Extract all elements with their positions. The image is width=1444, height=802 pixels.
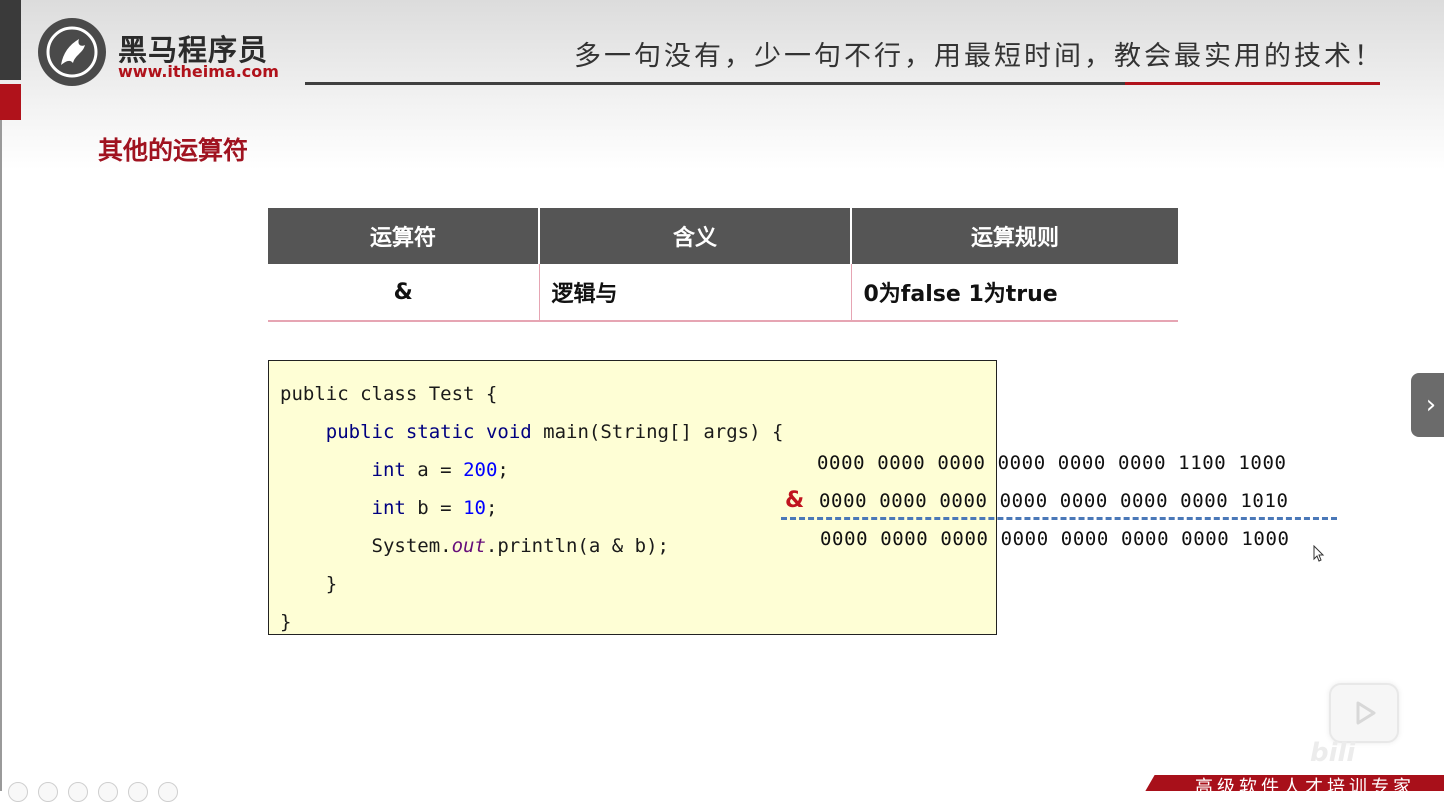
binary-a: 0000 0000 0000 0000 0000 0000 1100 1000 bbox=[817, 452, 1287, 474]
code-line-7: } bbox=[280, 611, 292, 633]
mouse-cursor-icon bbox=[1313, 545, 1325, 562]
table-cell-meaning: 逻辑与 bbox=[539, 264, 852, 322]
code-keyword: void bbox=[485, 421, 532, 443]
binary-result: 0000 0000 0000 0000 0000 0000 0000 1000 bbox=[820, 528, 1290, 550]
code-number: 200 bbox=[463, 459, 498, 481]
dashed-divider bbox=[781, 517, 1337, 520]
play-icon bbox=[1356, 701, 1376, 725]
next-slide-button[interactable]: › bbox=[1411, 373, 1444, 437]
header-rule-accent bbox=[1125, 82, 1380, 85]
table-header-rule: 运算规则 bbox=[851, 208, 1178, 264]
table-cell-operator: & bbox=[268, 264, 540, 322]
control-dot[interactable] bbox=[8, 782, 28, 802]
control-dot[interactable] bbox=[98, 782, 118, 802]
control-dot[interactable] bbox=[68, 782, 88, 802]
footer-banner-text: 高级软件人才培训专家 bbox=[1195, 777, 1415, 791]
table-row: & 逻辑与 0为false 1为true bbox=[268, 264, 1178, 322]
code-line-6: } bbox=[325, 573, 338, 595]
operator-table: 运算符 含义 运算规则 & 逻辑与 0为false 1为true bbox=[268, 208, 1178, 322]
left-border-line bbox=[0, 120, 2, 791]
control-dot[interactable] bbox=[38, 782, 58, 802]
side-accent-dark bbox=[0, 0, 21, 80]
slide-controls bbox=[8, 782, 178, 802]
code-number: 10 bbox=[463, 497, 486, 519]
code-text: .println(a & b); bbox=[485, 535, 669, 557]
table-cell-rule: 0为false 1为true bbox=[851, 264, 1178, 322]
side-accent-red bbox=[0, 84, 21, 120]
code-field: out bbox=[451, 535, 486, 557]
code-text: a = bbox=[417, 459, 464, 481]
code-keyword: public bbox=[325, 421, 395, 443]
code-listing: public class Test { public static void m… bbox=[280, 375, 783, 641]
video-play-button[interactable] bbox=[1329, 683, 1399, 743]
control-dot[interactable] bbox=[158, 782, 178, 802]
chevron-right-icon: › bbox=[1425, 390, 1437, 420]
and-operator-symbol: & bbox=[785, 488, 805, 513]
code-text: ; bbox=[497, 459, 509, 481]
code-line-1: public class Test { bbox=[280, 383, 498, 405]
logo-url: www.itheima.com bbox=[118, 62, 279, 81]
code-keyword: int bbox=[371, 497, 406, 519]
code-keyword: int bbox=[371, 459, 406, 481]
page-title: 其他的运算符 bbox=[98, 136, 249, 165]
code-text: main(String[] args) { bbox=[543, 421, 784, 443]
code-keyword: static bbox=[405, 421, 475, 443]
table-header-operator: 运算符 bbox=[268, 208, 540, 264]
table-header-meaning: 含义 bbox=[539, 208, 852, 264]
code-text: b = bbox=[417, 497, 464, 519]
control-dot[interactable] bbox=[128, 782, 148, 802]
bilibili-watermark-icon: bili bbox=[1310, 738, 1356, 768]
horse-logo-icon bbox=[38, 18, 106, 86]
code-text: ; bbox=[485, 497, 498, 519]
code-text: System. bbox=[371, 535, 452, 557]
binary-b: 0000 0000 0000 0000 0000 0000 0000 1010 bbox=[819, 490, 1289, 512]
slogan: 多一句没有，少一句不行，用最短时间，教会最实用的技术！ bbox=[574, 41, 1384, 72]
